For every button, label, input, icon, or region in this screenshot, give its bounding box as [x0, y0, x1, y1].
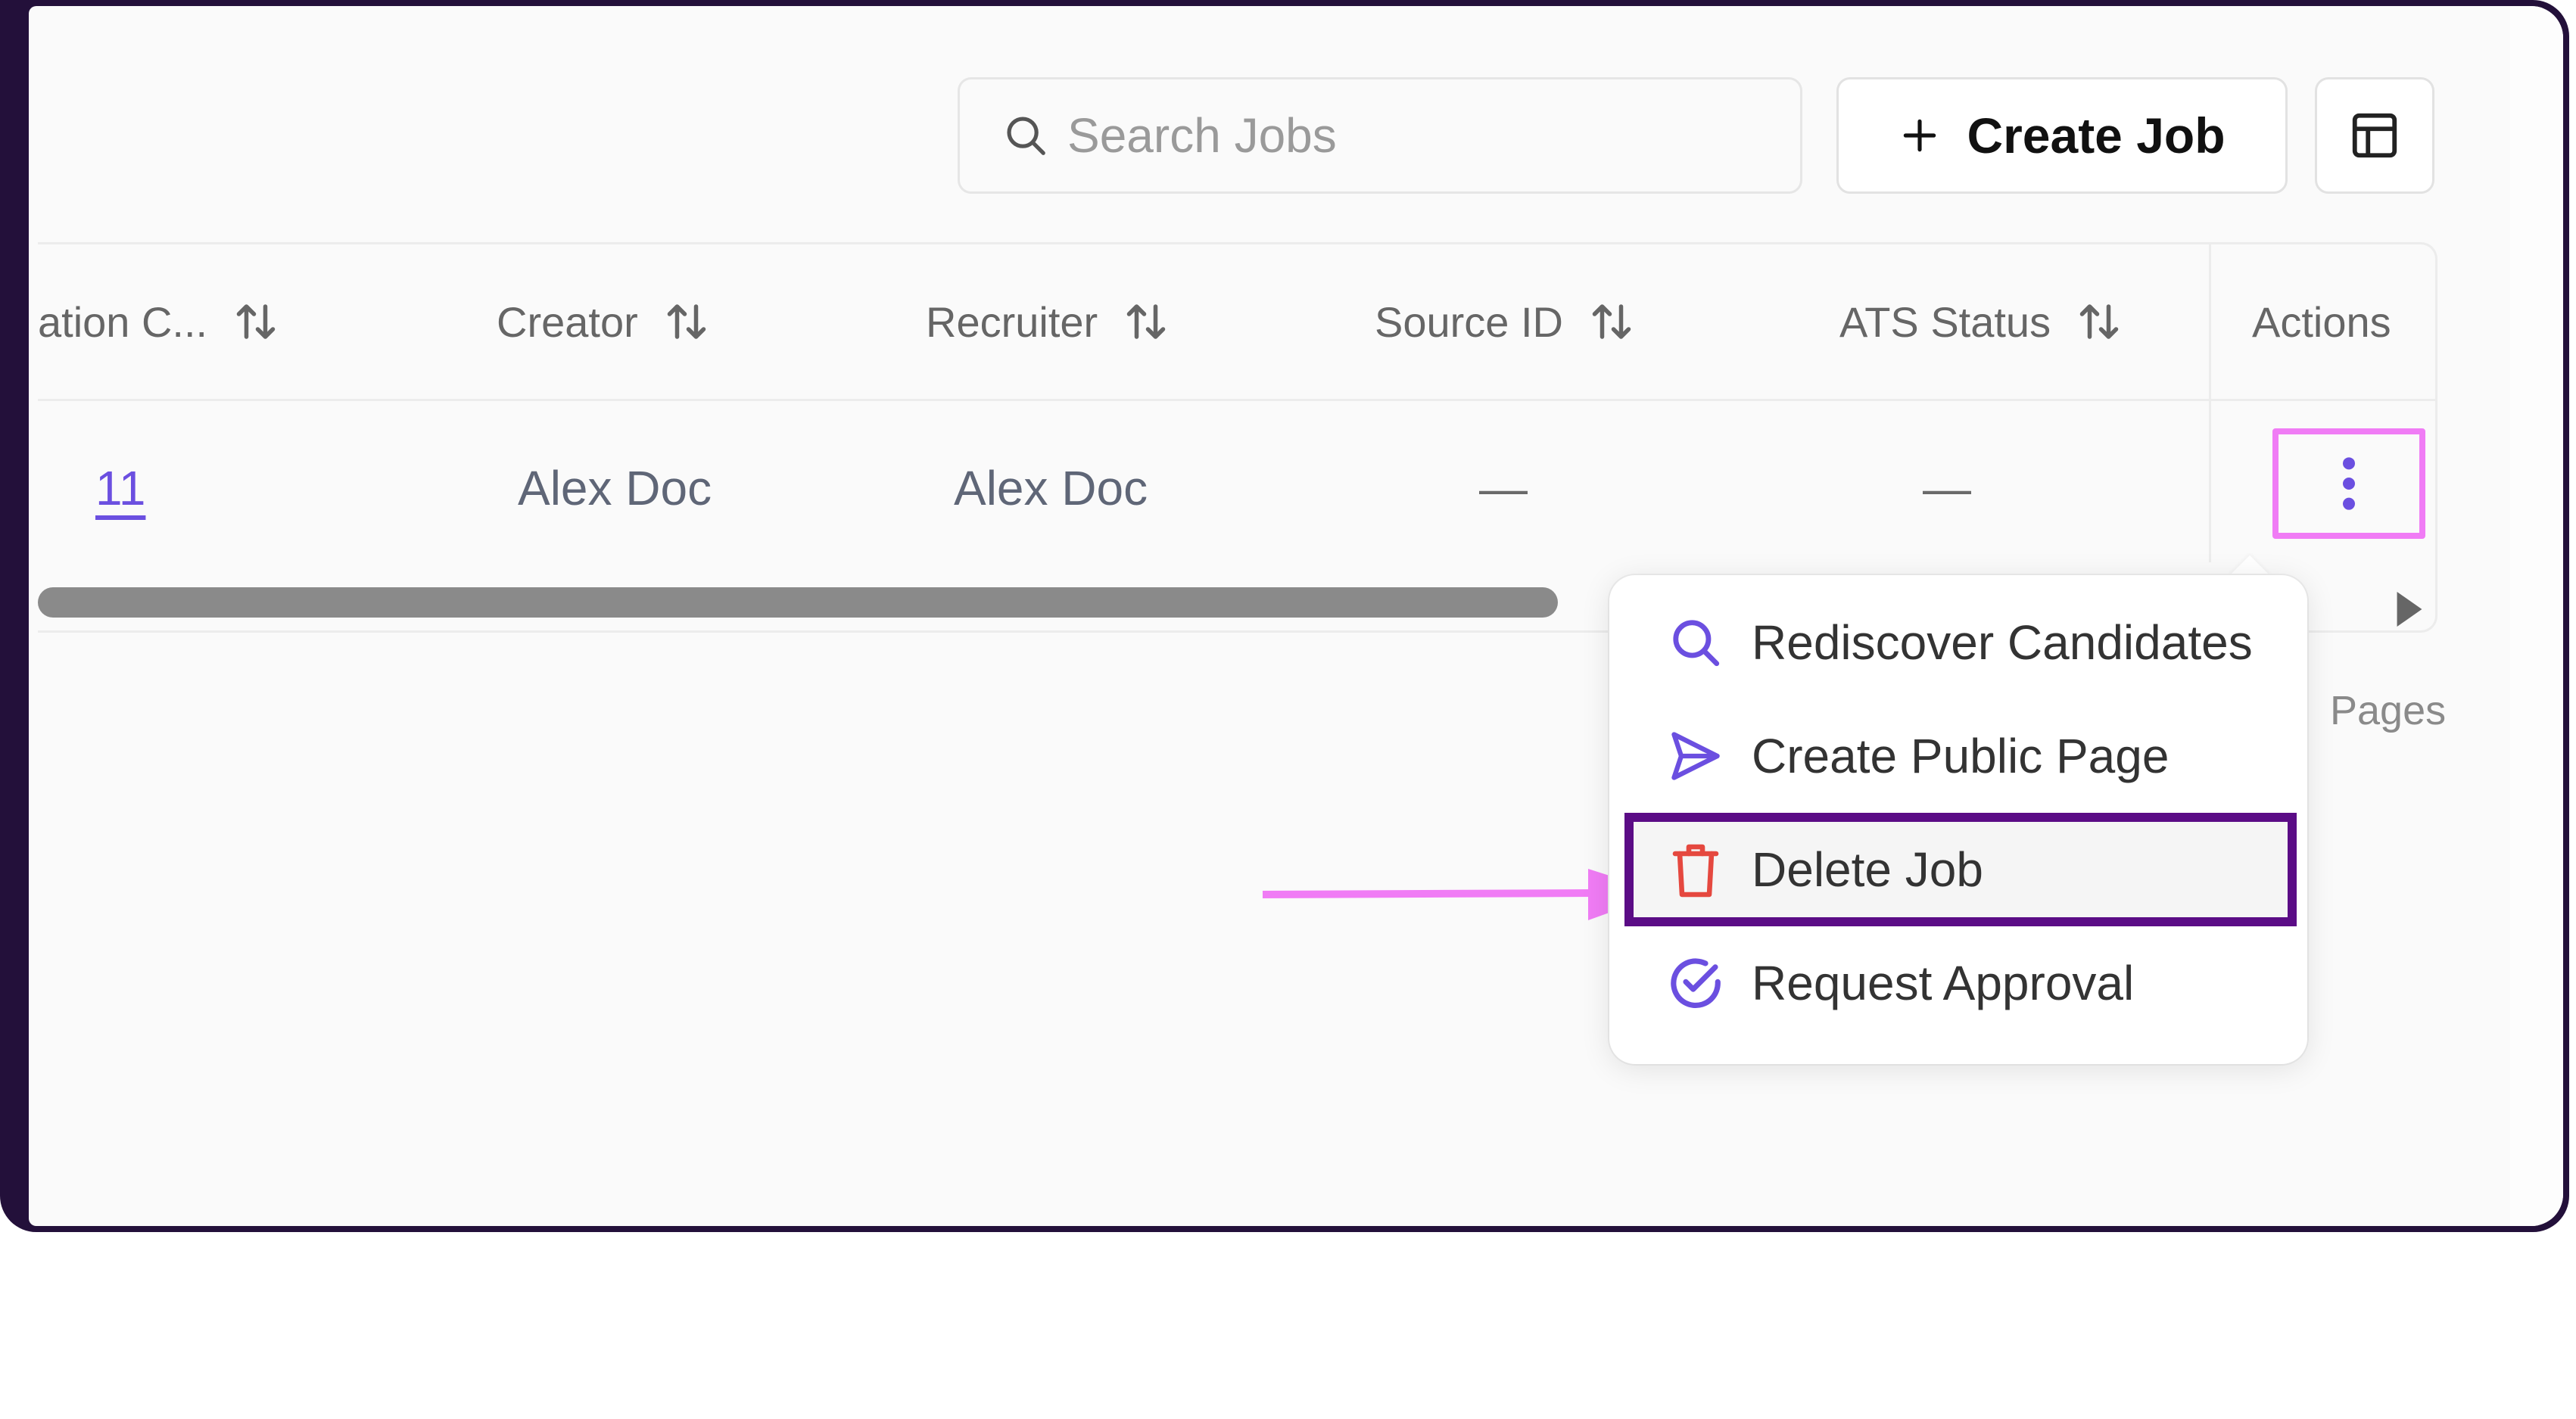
- jobs-table: ation C... Creator Recruiter Source ID A…: [38, 242, 2437, 633]
- column-header-actions: Actions: [2252, 297, 2391, 346]
- search-box[interactable]: [958, 77, 1802, 194]
- sort-icon: [236, 304, 276, 339]
- column-header-source-id[interactable]: Source ID: [1375, 244, 1634, 399]
- row-actions-button[interactable]: [2272, 428, 2425, 539]
- source-id-cell: —: [1479, 461, 1528, 515]
- horizontal-scrollbar-thumb[interactable]: [38, 587, 1558, 618]
- annotation-arrow: [1263, 869, 1664, 920]
- screenshot-frame: Create Job ation C... Creator Recruiter: [0, 0, 2569, 1232]
- table-layout-icon: [2352, 113, 2397, 158]
- actions-column-divider: [2209, 244, 2211, 562]
- column-header-ats-status[interactable]: ATS Status: [1839, 244, 2122, 399]
- menu-item-create-public-page[interactable]: Create Public Page: [1609, 699, 2307, 813]
- check-circle-icon: [1665, 954, 1726, 1013]
- send-icon: [1665, 727, 1726, 785]
- create-job-button[interactable]: Create Job: [1836, 77, 2288, 194]
- search-input[interactable]: [1066, 107, 1674, 164]
- ats-status-cell: —: [1923, 461, 1971, 515]
- table-header: ation C... Creator Recruiter Source ID A…: [38, 244, 2435, 401]
- plus-icon: [1904, 119, 1936, 152]
- recruiter-cell: Alex Doc: [954, 461, 1148, 515]
- search-icon: [1007, 117, 1045, 155]
- sort-icon: [1592, 304, 1631, 339]
- trash-icon: [1665, 840, 1726, 899]
- search-icon: [1665, 615, 1726, 671]
- more-vertical-icon: [2343, 457, 2355, 510]
- menu-item-delete-job[interactable]: Delete Job: [1624, 813, 2297, 926]
- columns-button[interactable]: [2315, 77, 2434, 194]
- sort-icon: [1126, 304, 1166, 339]
- application-count-link[interactable]: 11: [95, 460, 145, 516]
- creator-cell: Alex Doc: [518, 461, 712, 515]
- row-actions-menu: Rediscover Candidates Create Public Page…: [1609, 575, 2307, 1064]
- column-header-creator[interactable]: Creator: [497, 244, 709, 399]
- column-header-location[interactable]: ation C...: [38, 244, 279, 399]
- menu-item-request-approval[interactable]: Request Approval: [1609, 926, 2307, 1040]
- create-job-label: Create Job: [1967, 107, 2226, 163]
- pagination-label: Pages: [2330, 688, 2447, 733]
- triangle-right-icon: [2397, 592, 2422, 627]
- sort-icon: [667, 304, 706, 339]
- column-header-recruiter[interactable]: Recruiter: [926, 244, 1169, 399]
- menu-item-rediscover-candidates[interactable]: Rediscover Candidates: [1609, 586, 2307, 699]
- sort-icon: [2079, 304, 2119, 339]
- scroll-right-arrow[interactable]: [2397, 592, 2422, 630]
